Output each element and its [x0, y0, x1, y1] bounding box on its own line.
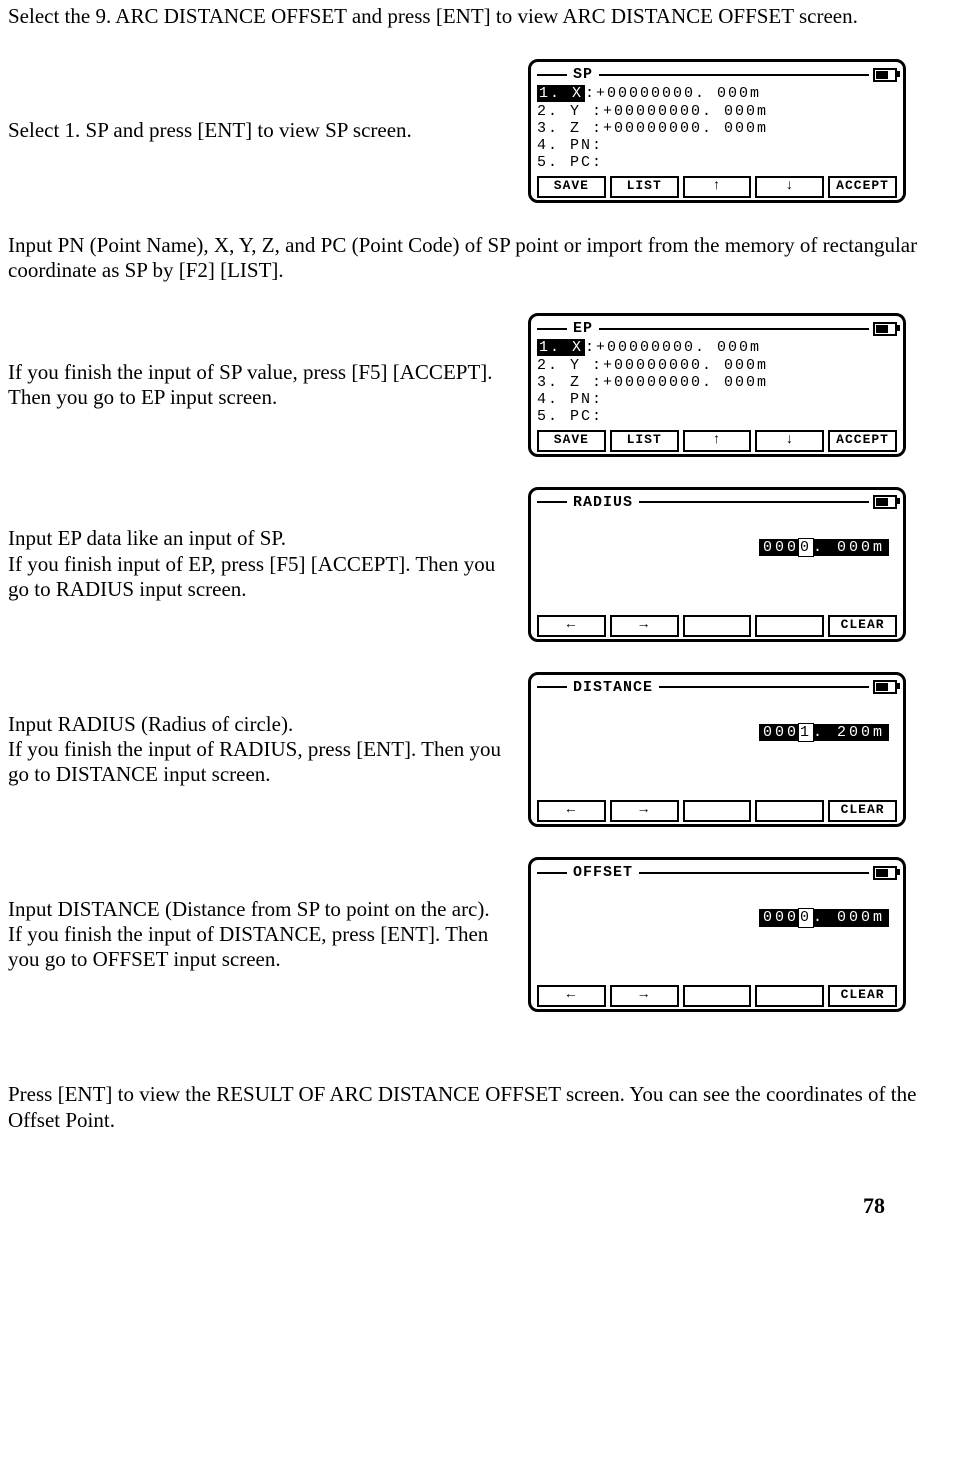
- softkey-right[interactable]: →: [610, 985, 679, 1007]
- value-y: 2. Y :+00000000. 000m: [537, 103, 897, 120]
- cursor-char: 1: [799, 724, 813, 741]
- softkey-list[interactable]: LIST: [610, 430, 679, 452]
- value-left: 000: [763, 909, 799, 926]
- cursor-char: 0: [799, 539, 813, 556]
- softkey-row: SAVE LIST ↑ ↓ ACCEPT: [537, 176, 897, 198]
- arrow-right-icon: →: [639, 617, 648, 633]
- battery-icon: [873, 866, 897, 880]
- input-value-row[interactable]: 0000. 000m: [537, 539, 897, 556]
- screen-title: DISTANCE: [567, 679, 659, 696]
- step-distance-text: Input RADIUS (Radius of circle). If you …: [8, 712, 508, 788]
- softkey-row: ← → CLEAR: [537, 800, 897, 822]
- softkey-save[interactable]: SAVE: [537, 176, 606, 198]
- arrow-right-icon: →: [639, 802, 648, 818]
- arrow-up-icon: ↑: [712, 432, 721, 448]
- battery-icon: [873, 495, 897, 509]
- value-right: . 200m: [813, 724, 885, 741]
- softkey-up[interactable]: ↑: [683, 176, 752, 198]
- final-paragraph: Press [ENT] to view the RESULT OF ARC DI…: [8, 1082, 945, 1132]
- input-value-row[interactable]: 0000. 000m: [537, 909, 897, 926]
- intro-paragraph: Select the 9. ARC DISTANCE OFFSET and pr…: [8, 4, 945, 29]
- step-ep-text: If you finish the input of SP value, pre…: [8, 360, 508, 410]
- arrow-left-icon: ←: [567, 617, 576, 633]
- screen-title: OFFSET: [567, 864, 639, 881]
- offset-screen: OFFSET 0000. 000m ← → CLEAR: [528, 857, 906, 1012]
- value-y: 2. Y :+00000000. 000m: [537, 357, 897, 374]
- softkey-empty: [683, 985, 752, 1007]
- step-offset-text: Input DISTANCE (Distance from SP to poin…: [8, 897, 508, 973]
- value-left: 000: [763, 724, 799, 741]
- arrow-up-icon: ↑: [712, 178, 721, 194]
- value-z: 3. Z :+00000000. 000m: [537, 374, 897, 391]
- softkey-left[interactable]: ←: [537, 985, 606, 1007]
- battery-icon: [873, 68, 897, 82]
- arrow-right-icon: →: [639, 987, 648, 1003]
- input-value-row[interactable]: 0001. 200m: [537, 724, 897, 741]
- softkey-accept[interactable]: ACCEPT: [828, 430, 897, 452]
- softkey-left[interactable]: ←: [537, 615, 606, 637]
- value-left: 000: [763, 539, 799, 556]
- softkey-empty: [755, 615, 824, 637]
- value-x: :+00000000. 000m: [585, 85, 761, 102]
- selected-row: 1. X: [537, 339, 585, 356]
- cursor-char: 0: [799, 909, 813, 926]
- softkey-row: ← → CLEAR: [537, 615, 897, 637]
- value-pn: 4. PN:: [537, 391, 897, 408]
- battery-icon: [873, 680, 897, 694]
- value-x: :+00000000. 000m: [585, 339, 761, 356]
- softkey-empty: [755, 800, 824, 822]
- step-sp-text: Select 1. SP and press [ENT] to view SP …: [8, 118, 508, 143]
- softkey-up[interactable]: ↑: [683, 430, 752, 452]
- softkey-clear[interactable]: CLEAR: [828, 615, 897, 637]
- arrow-left-icon: ←: [567, 987, 576, 1003]
- arrow-down-icon: ↓: [785, 432, 794, 448]
- softkey-save[interactable]: SAVE: [537, 430, 606, 452]
- softkey-clear[interactable]: CLEAR: [828, 985, 897, 1007]
- screen-title: RADIUS: [567, 494, 639, 511]
- ep-screen: EP 1. X:+00000000. 000m 2. Y :+00000000.…: [528, 313, 906, 457]
- screen-title: EP: [567, 320, 599, 337]
- softkey-row: ← → CLEAR: [537, 985, 897, 1007]
- softkey-empty: [683, 800, 752, 822]
- value-z: 3. Z :+00000000. 000m: [537, 120, 897, 137]
- softkey-down[interactable]: ↓: [755, 176, 824, 198]
- sp-screen: SP 1. X:+00000000. 000m 2. Y :+00000000.…: [528, 59, 906, 203]
- page-number: 78: [8, 1193, 945, 1219]
- softkey-left[interactable]: ←: [537, 800, 606, 822]
- softkey-clear[interactable]: CLEAR: [828, 800, 897, 822]
- softkey-list[interactable]: LIST: [610, 176, 679, 198]
- value-right: . 000m: [813, 539, 885, 556]
- radius-screen: RADIUS 0000. 000m ← → CLEAR: [528, 487, 906, 642]
- softkey-accept[interactable]: ACCEPT: [828, 176, 897, 198]
- arrow-down-icon: ↓: [785, 178, 794, 194]
- battery-icon: [873, 322, 897, 336]
- softkey-right[interactable]: →: [610, 615, 679, 637]
- value-pc: 5. PC:: [537, 154, 897, 171]
- softkey-empty: [755, 985, 824, 1007]
- step-pn-text: Input PN (Point Name), X, Y, Z, and PC (…: [8, 233, 945, 283]
- step-radius-text: Input EP data like an input of SP. If yo…: [8, 526, 508, 602]
- arrow-left-icon: ←: [567, 802, 576, 818]
- softkey-down[interactable]: ↓: [755, 430, 824, 452]
- softkey-row: SAVE LIST ↑ ↓ ACCEPT: [537, 430, 897, 452]
- value-pc: 5. PC:: [537, 408, 897, 425]
- value-pn: 4. PN:: [537, 137, 897, 154]
- softkey-right[interactable]: →: [610, 800, 679, 822]
- distance-screen: DISTANCE 0001. 200m ← → CLEAR: [528, 672, 906, 827]
- value-right: . 000m: [813, 909, 885, 926]
- selected-row: 1. X: [537, 85, 585, 102]
- softkey-empty: [683, 615, 752, 637]
- screen-title: SP: [567, 66, 599, 83]
